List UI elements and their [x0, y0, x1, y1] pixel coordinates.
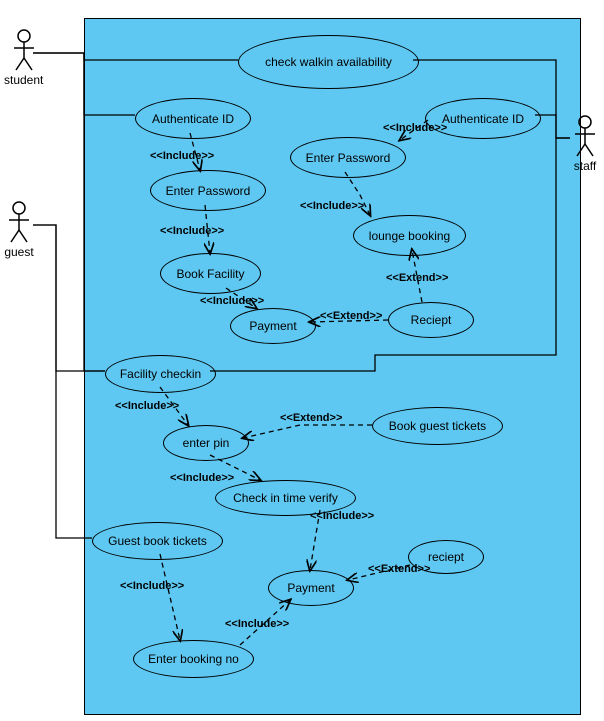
actor-staff: staff — [570, 114, 600, 173]
lbl-include-7: <<Include>> — [170, 472, 234, 484]
diagram-canvas: student guest staff check walkin availab… — [0, 0, 604, 721]
lbl-include-3: <<Include>> — [200, 295, 264, 307]
lbl-include-8: <<Include>> — [310, 510, 374, 522]
lbl-include-1: <<Include>> — [150, 150, 214, 162]
actor-student-label: student — [4, 73, 43, 87]
usecase-facility-checkin: Facility checkin — [105, 355, 216, 393]
usecase-enter-booking-no: Enter booking no — [133, 640, 254, 678]
usecase-guest-book-tickets: Guest book tickets — [92, 522, 223, 560]
actor-guest: guest — [4, 200, 34, 259]
usecase-check-walkin: check walkin availability — [238, 35, 419, 89]
lbl-extend-1: <<Extend>> — [386, 272, 448, 284]
lbl-include-10: <<Include>> — [225, 618, 289, 630]
lbl-include-2: <<Include>> — [160, 225, 224, 237]
usecase-auth-id-left: Authenticate ID — [135, 98, 251, 139]
usecase-book-guest-tickets: Book guest tickets — [372, 407, 503, 445]
lbl-extend-3: <<Extend>> — [280, 412, 342, 424]
usecase-receipt1: Reciept — [388, 302, 474, 338]
usecase-enter-pw-left: Enter Password — [150, 170, 266, 211]
actor-staff-label: staff — [570, 159, 600, 173]
lbl-extend-2: <<Extend>> — [320, 310, 382, 322]
usecase-lounge-booking: lounge booking — [353, 215, 466, 256]
lbl-include-5: <<Include>> — [300, 200, 364, 212]
usecase-book-facility: Book Facility — [160, 253, 261, 294]
lbl-extend-4: <<Extend>> — [368, 563, 430, 575]
usecase-payment2: Payment — [268, 570, 354, 606]
actor-student: student — [4, 28, 43, 87]
actor-guest-label: guest — [4, 245, 34, 259]
lbl-include-4: <<Include>> — [383, 122, 447, 134]
lbl-include-6: <<Include>> — [115, 400, 179, 412]
usecase-enter-pw-right: Enter Password — [290, 137, 406, 178]
usecase-enter-pin: enter pin — [163, 425, 249, 461]
usecase-payment1: Payment — [230, 308, 316, 344]
lbl-include-9: <<Include>> — [120, 580, 184, 592]
